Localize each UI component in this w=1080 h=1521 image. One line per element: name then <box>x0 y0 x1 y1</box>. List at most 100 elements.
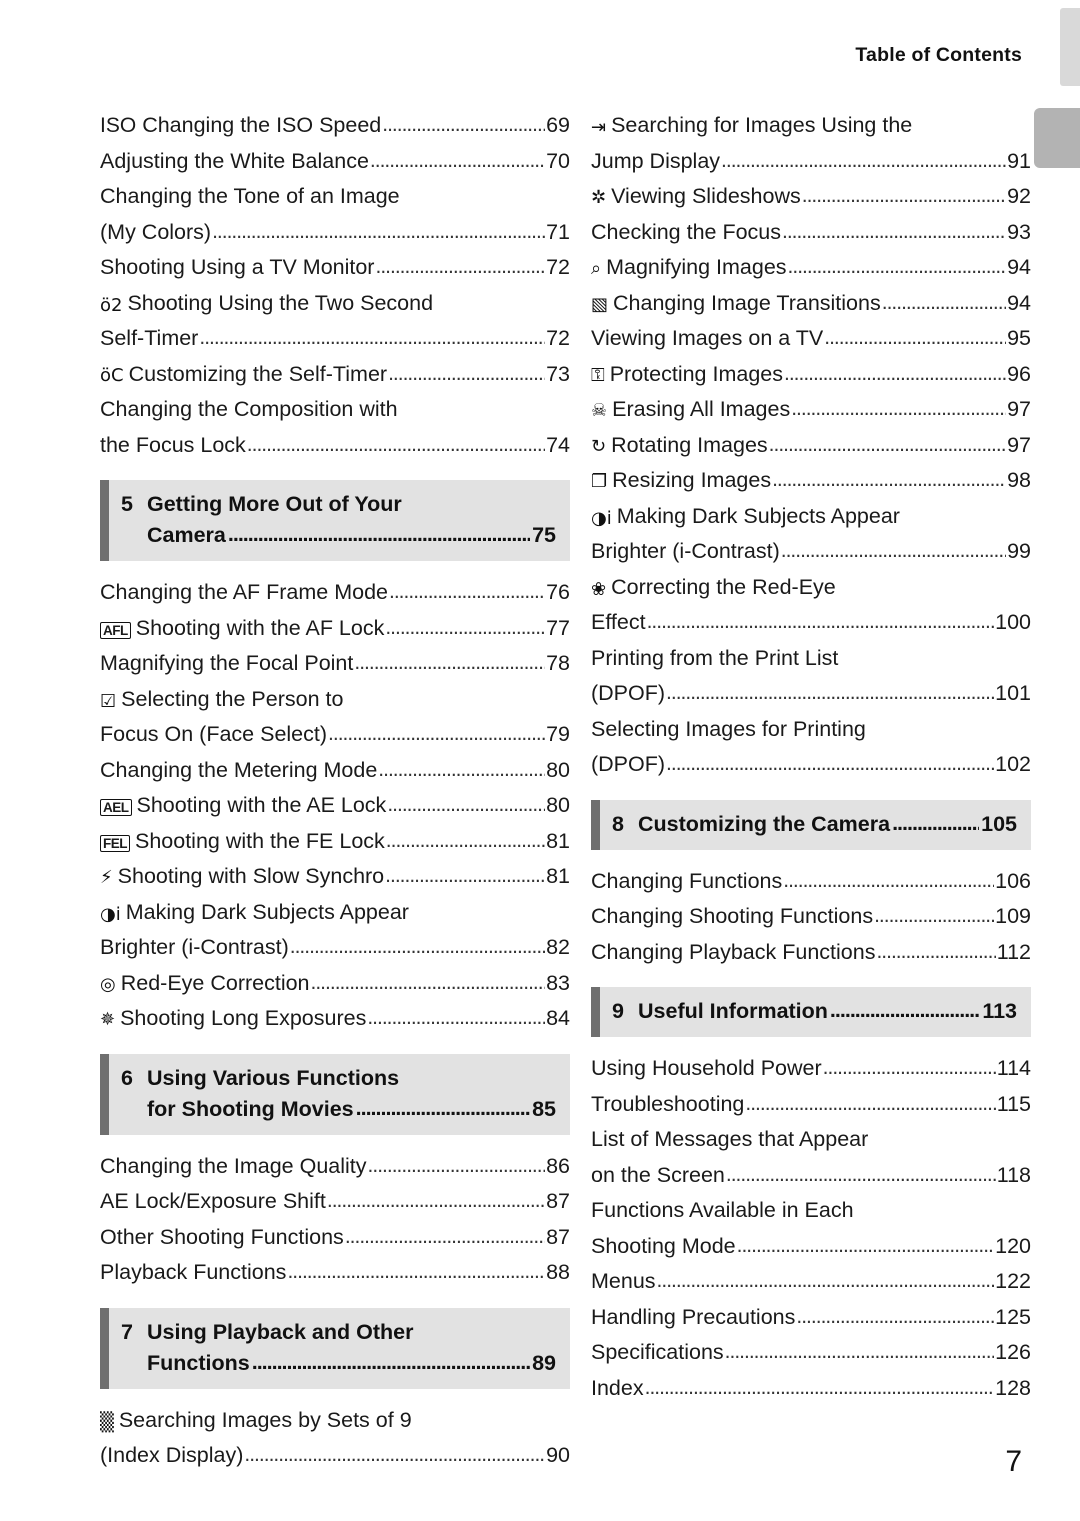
toc-entry[interactable]: on the Screen...........................… <box>591 1158 1031 1194</box>
toc-entry-line[interactable]: Functions Available in Each <box>591 1193 1031 1229</box>
chapter-heading[interactable]: 5 Getting More Out of Your Camera.........… <box>100 480 570 561</box>
toc-entry[interactable]: Changing the Metering Mode..............… <box>100 753 570 789</box>
toc-entry-text: Selecting Images for Printing <box>591 716 866 741</box>
toc-entry[interactable]: AE Lock/Exposure Shift..................… <box>100 1184 570 1220</box>
long-exposure-icon: ✵ <box>100 1009 116 1030</box>
toc-entry[interactable]: ❐ Resizing Images........................… <box>591 463 1031 499</box>
toc-entry[interactable]: ▧ Changing Image Transitions.............… <box>591 286 1031 322</box>
toc-entry[interactable]: AEL Shooting with the AE Lock............… <box>100 788 570 824</box>
toc-entry-line[interactable]: ❀ Correcting the Red-Eye <box>591 570 1031 606</box>
page-title: Table of Contents <box>855 44 1022 66</box>
toc-entry-page: 72 <box>546 255 570 279</box>
toc-entry[interactable]: AFL Shooting with the AF Lock............… <box>100 611 570 647</box>
toc-entry[interactable]: öC Customizing the Self-Timer............… <box>100 357 570 393</box>
face-select-icon: ☑ <box>100 690 117 712</box>
toc-entry[interactable]: ✵ Shooting Long Exposures................… <box>100 1001 570 1037</box>
toc-entry[interactable]: ⚡ Shooting with Slow Synchro.............… <box>100 859 570 895</box>
chapter-page: 113 <box>982 999 1017 1023</box>
toc-entry-page: 79 <box>546 722 570 746</box>
toc-entry[interactable]: Magnifying the Focal Point..............… <box>100 646 570 682</box>
chapter-number: 8 <box>612 811 624 836</box>
toc-entry[interactable]: Shooting Mode...........................… <box>591 1229 1031 1265</box>
chapter-heading[interactable]: 9 Useful Information.....................… <box>591 987 1031 1037</box>
toc-entry[interactable]: (DPOF)..................................… <box>591 747 1031 783</box>
toc-entry[interactable]: (My Colors).............................… <box>100 215 570 251</box>
dot-leader: ........................................… <box>355 1095 530 1120</box>
toc-entry-page: 82 <box>546 935 570 959</box>
magnify-icon: ⌕ <box>591 258 602 279</box>
toc-entry-page: 109 <box>995 904 1031 928</box>
toc-entry[interactable]: Brighter (i-Contrast)...................… <box>100 930 570 966</box>
dot-leader: ........................................… <box>783 361 1007 385</box>
toc-entry[interactable]: Changing Shooting Functions.............… <box>591 899 1031 935</box>
toc-entry[interactable]: (DPOF)..................................… <box>591 676 1031 712</box>
toc-entry[interactable]: Troubleshooting.........................… <box>591 1087 1031 1123</box>
toc-entry[interactable]: FEL Shooting with the FE Lock............… <box>100 824 570 860</box>
toc-entry-line[interactable]: Printing from the Print List <box>591 641 1031 677</box>
toc-entry[interactable]: Adjusting the White Balance.............… <box>100 144 570 180</box>
toc-entry[interactable]: Other Shooting Functions................… <box>100 1220 570 1256</box>
toc-entry-line[interactable]: ◑i Making Dark Subjects Appear <box>100 895 570 931</box>
toc-entry[interactable]: the Focus Lock..........................… <box>100 428 570 464</box>
toc-entry-line[interactable]: Changing the Tone of an Image <box>100 179 570 215</box>
toc-entry[interactable]: Menus...................................… <box>591 1264 1031 1300</box>
toc-entry[interactable]: Focus On (Face Select)..................… <box>100 717 570 753</box>
toc-entry-line[interactable]: ☑ Selecting the Person to <box>100 682 570 718</box>
toc-entry[interactable]: ⌕ Magnifying Images......................… <box>591 250 1031 286</box>
toc-entry[interactable]: Changing Functions......................… <box>591 864 1031 900</box>
dot-leader: ........................................… <box>212 219 545 243</box>
toc-entry-line[interactable]: Selecting Images for Printing <box>591 712 1031 748</box>
toc-entry[interactable]: Specifications..........................… <box>591 1335 1031 1371</box>
toc-entry[interactable]: Index...................................… <box>591 1371 1031 1407</box>
chapter-number: 9 <box>612 999 624 1023</box>
dot-leader: ........................................… <box>369 148 546 172</box>
toc-entry[interactable]: Playback Functions......................… <box>100 1255 570 1291</box>
toc-entry[interactable]: Changing the AF Frame Mode..............… <box>100 575 570 611</box>
dot-leader: ........................................… <box>772 468 1007 491</box>
toc-entry-line[interactable]: ⇥ Searching for Images Using the <box>591 108 1031 144</box>
dot-leader: ........................................… <box>892 810 980 835</box>
toc-entry-text: Correcting the Red-Eye <box>611 574 836 599</box>
toc-entry[interactable]: Viewing Images on a TV..................… <box>591 321 1031 357</box>
toc-entry-line[interactable]: ö2 Shooting Using the Two Second <box>100 286 570 322</box>
chapter-heading[interactable]: 7 Using Playback and Other Functions......… <box>100 1307 570 1389</box>
dot-leader: ........................................… <box>227 522 530 546</box>
dot-leader: ........................................… <box>666 752 995 775</box>
jump-display-icon: ⇥ <box>591 117 607 138</box>
toc-entry-line[interactable]: Changing the Composition with <box>100 392 570 428</box>
toc-entry[interactable]: Handling Precautions....................… <box>591 1300 1031 1336</box>
i-contrast-icon: ◑i <box>100 903 121 925</box>
dot-leader: ........................................… <box>244 1443 545 1466</box>
toc-entry[interactable]: ISO Changing the ISO Speed...............… <box>100 108 570 144</box>
toc-entry[interactable]: (Index Display).........................… <box>100 1438 570 1474</box>
toc-entry[interactable]: Changing Playback Functions.............… <box>591 935 1031 971</box>
toc-entry[interactable]: Shooting Using a TV Monitor.............… <box>100 250 570 286</box>
toc-entry[interactable]: Jump Display............................… <box>591 144 1031 180</box>
dot-leader: ........................................… <box>375 255 545 278</box>
toc-entry[interactable]: Brighter (i-Contrast)...................… <box>591 534 1031 570</box>
toc-entry[interactable]: Self-Timer..............................… <box>100 321 570 357</box>
toc-entry-line[interactable]: List of Messages that Appear <box>591 1122 1031 1158</box>
chapter-page: 85 <box>532 1096 556 1121</box>
toc-entry[interactable]: Checking the Focus......................… <box>591 215 1031 251</box>
toc-entry-page: 100 <box>995 610 1031 634</box>
chapter-heading[interactable]: 6 Using Various Functions for Shooting Mov… <box>100 1053 570 1135</box>
af-lock-icon: AFL <box>100 621 131 639</box>
dot-leader: ........................................… <box>367 1153 546 1177</box>
toc-entry[interactable]: ◎ Red-Eye Correction.....................… <box>100 966 570 1002</box>
toc-entry[interactable]: ↻ Rotating Images........................… <box>591 428 1031 464</box>
toc-entry-text: Other Shooting Functions <box>100 1224 344 1249</box>
dot-leader: ........................................… <box>287 1260 545 1283</box>
chapter-heading[interactable]: 8 Customizing the Camera.................… <box>591 799 1031 850</box>
toc-entry[interactable]: ⚿ Protecting Images......................… <box>591 357 1031 393</box>
toc-entry-line[interactable]: ◑i Making Dark Subjects Appear <box>591 499 1031 535</box>
toc-entry-page: 81 <box>546 828 570 853</box>
toc-entry[interactable]: ☠ Erasing All Images.....................… <box>591 392 1031 428</box>
toc-entry[interactable]: ✲ Viewing Slideshows.....................… <box>591 179 1031 215</box>
toc-entry-page: 112 <box>996 939 1031 964</box>
toc-entry[interactable]: Using Household Power...................… <box>591 1051 1031 1087</box>
dot-leader: ........................................… <box>387 793 545 816</box>
toc-entry-line[interactable]: ▒ Searching Images by Sets of 9 <box>100 1403 570 1439</box>
toc-entry[interactable]: Changing the Image Quality..............… <box>100 1149 570 1185</box>
toc-entry[interactable]: Effect..................................… <box>591 605 1031 641</box>
